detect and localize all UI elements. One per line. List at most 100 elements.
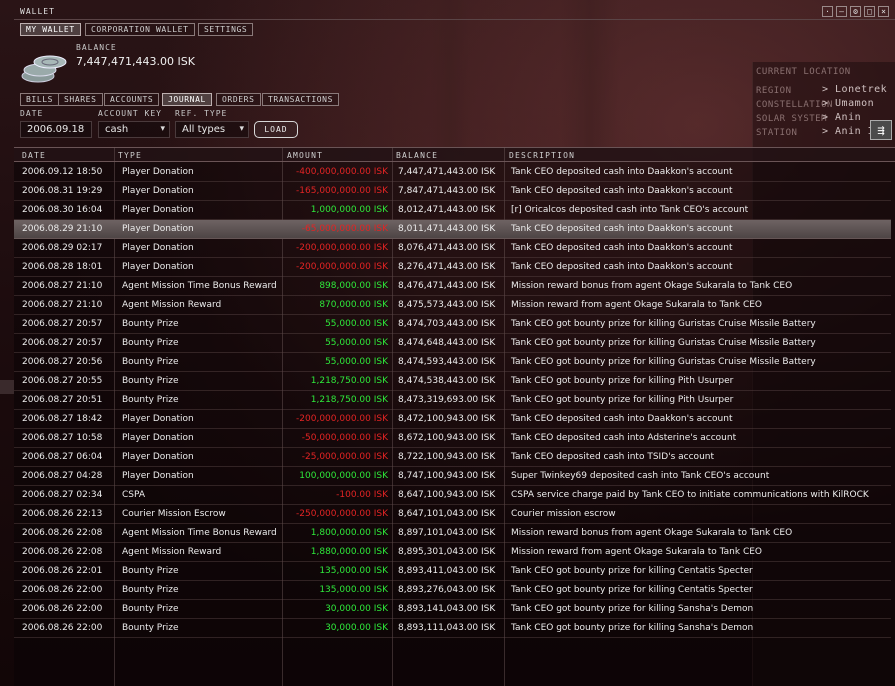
station-label: STATION — [756, 128, 798, 138]
cell-amount: -165,000,000.00 ISK — [296, 186, 388, 196]
cell-balance: 8,647,100,943.00 ISK — [398, 490, 496, 500]
table-row[interactable]: 2006.08.31 19:29 Player Donation -165,000,… — [14, 182, 891, 201]
cell-date: 2006.08.27 10:58 — [22, 433, 103, 443]
cell-balance: 8,474,593,443.00 ISK — [398, 357, 496, 367]
cell-description: Mission reward bonus from agent Okage Su… — [511, 281, 793, 291]
cell-date: 2006.08.27 20:57 — [22, 338, 103, 348]
table-row[interactable]: 2006.08.27 20:56 Bounty Prize 55,000.00 IS… — [14, 353, 891, 372]
settings-icon[interactable]: ⚙ — [850, 6, 861, 17]
table-row[interactable]: 2006.08.29 02:17 Player Donation -200,000,… — [14, 239, 891, 258]
cell-description: Mission reward from agent Okage Sukarala… — [511, 300, 763, 310]
table-row[interactable]: 2006.08.27 20:57 Bounty Prize 55,000.00 IS… — [14, 334, 891, 353]
date-field[interactable]: 2006.09.18 — [20, 121, 92, 138]
table-row[interactable]: 2006.08.28 18:01 Player Donation -200,000,… — [14, 258, 891, 277]
edge-tab[interactable] — [0, 380, 14, 394]
cell-amount: 100,000,000.00 ISK — [299, 471, 388, 481]
cell-balance: 8,895,301,043.00 ISK — [398, 547, 496, 557]
table-row[interactable]: 2006.08.27 20:57 Bounty Prize 55,000.00 IS… — [14, 315, 891, 334]
journal-table: DATE TYPE AMOUNT BALANCE DESCRIPTION 200… — [14, 147, 895, 686]
cell-description: Tank CEO deposited cash into Daakkon's a… — [511, 224, 733, 234]
cell-amount: 30,000.00 ISK — [325, 623, 388, 633]
table-row[interactable]: 2006.08.27 04:28 Player Donation 100,000,0… — [14, 467, 891, 486]
account-key-select[interactable]: cash ▾ — [98, 121, 170, 138]
load-button[interactable]: LOAD — [254, 121, 298, 138]
cell-amount: 1,218,750.00 ISK — [310, 376, 388, 386]
cell-amount: 55,000.00 ISK — [325, 319, 388, 329]
cell-type: Player Donation — [122, 414, 194, 424]
column-header-amount[interactable]: AMOUNT — [287, 151, 323, 160]
cell-type: Bounty Prize — [122, 585, 179, 595]
cell-amount: 135,000.00 ISK — [319, 585, 388, 595]
cell-type: Player Donation — [122, 205, 194, 215]
isk-coins-icon — [21, 55, 67, 83]
table-row[interactable]: 2006.08.26 22:00 Bounty Prize 135,000.00 I… — [14, 581, 891, 600]
cell-description: Tank CEO deposited cash into TSID's acco… — [511, 452, 715, 462]
ref-type-label: REF. TYPE — [175, 109, 228, 118]
cell-date: 2006.08.28 18:01 — [22, 262, 103, 272]
cell-type: Player Donation — [122, 243, 194, 253]
cell-type: Player Donation — [122, 224, 194, 234]
table-row[interactable]: 2006.08.27 06:04 Player Donation -25,000,0… — [14, 448, 891, 467]
column-header-type[interactable]: TYPE — [118, 151, 142, 160]
solar-system-value[interactable]: > Anin — [822, 112, 861, 123]
cell-description: Tank CEO got bounty prize for killing Ce… — [511, 566, 753, 576]
table-row[interactable]: 2006.08.27 21:10 Agent Mission Time Bonus… — [14, 277, 891, 296]
cell-balance: 8,472,100,943.00 ISK — [398, 414, 496, 424]
window-titlebar[interactable]: WALLET · – ⚙ □ × — [14, 4, 895, 20]
account-key-value: cash — [105, 124, 129, 135]
table-row[interactable]: 2006.09.12 18:50 Player Donation -400,000,… — [14, 163, 891, 182]
tab-journal[interactable]: JOURNAL — [162, 93, 212, 106]
cell-amount: -50,000,000.00 ISK — [301, 433, 388, 443]
table-row[interactable]: 2006.08.26 22:08 Agent Mission Time Bonus… — [14, 524, 891, 543]
table-header: DATE TYPE AMOUNT BALANCE DESCRIPTION — [14, 147, 895, 162]
table-row[interactable]: 2006.08.27 20:51 Bounty Prize 1,218,750.00… — [14, 391, 891, 410]
column-header-date[interactable]: DATE — [22, 151, 46, 160]
cell-balance: 7,847,471,443.00 ISK — [398, 186, 496, 196]
column-header-balance[interactable]: BALANCE — [396, 151, 438, 160]
cell-amount: 870,000.00 ISK — [319, 300, 388, 310]
column-header-description[interactable]: DESCRIPTION — [509, 151, 575, 160]
table-row[interactable]: 2006.08.27 10:58 Player Donation -50,000,0… — [14, 429, 891, 448]
tab-corporation-wallet[interactable]: CORPORATION WALLET — [85, 23, 195, 36]
tab-orders[interactable]: ORDERS — [216, 93, 261, 106]
ref-type-value: All types — [182, 124, 226, 135]
cell-description: Tank CEO deposited cash into Daakkon's a… — [511, 414, 733, 424]
cell-amount: 55,000.00 ISK — [325, 357, 388, 367]
location-heading: CURRENT LOCATION — [756, 67, 851, 77]
table-row[interactable]: 2006.08.27 20:55 Bounty Prize 1,218,750.00… — [14, 372, 891, 391]
tab-my-wallet[interactable]: MY WALLET — [20, 23, 81, 36]
close-icon[interactable]: × — [878, 6, 889, 17]
constellation-value[interactable]: > Umamon — [822, 98, 874, 109]
table-row[interactable]: 2006.08.26 22:01 Bounty Prize 135,000.00 I… — [14, 562, 891, 581]
table-row[interactable]: 2006.08.26 22:00 Bounty Prize 30,000.00 IS… — [14, 619, 891, 638]
cell-balance: 8,897,101,043.00 ISK — [398, 528, 496, 538]
cell-type: Bounty Prize — [122, 395, 179, 405]
cell-date: 2006.08.29 02:17 — [22, 243, 103, 253]
table-row[interactable]: 2006.08.30 16:04 Player Donation 1,000,000… — [14, 201, 891, 220]
ref-type-select[interactable]: All types ▾ — [175, 121, 249, 138]
table-row[interactable]: 2006.08.26 22:00 Bounty Prize 30,000.00 IS… — [14, 600, 891, 619]
collapse-icon[interactable]: □ — [864, 6, 875, 17]
pin-icon[interactable]: · — [822, 6, 833, 17]
region-value[interactable]: > Lonetrek — [822, 84, 887, 95]
table-row[interactable]: 2006.08.29 21:10 Player Donation -65,000,0… — [14, 220, 891, 239]
tab-transactions[interactable]: TRANSACTIONS — [262, 93, 339, 106]
cell-balance: 8,893,276,043.00 ISK — [398, 585, 496, 595]
tab-settings[interactable]: SETTINGS — [198, 23, 254, 36]
undock-icon[interactable]: ⇶ — [870, 120, 892, 140]
cell-description: Mission reward from agent Okage Sukarala… — [511, 547, 763, 557]
minimize-icon[interactable]: – — [836, 6, 847, 17]
cell-description: Tank CEO deposited cash into Adsterine's… — [511, 433, 737, 443]
tab-accounts[interactable]: ACCOUNTS — [104, 93, 160, 106]
cell-description: Tank CEO got bounty prize for killing Gu… — [511, 319, 816, 329]
tab-shares[interactable]: SHARES — [58, 93, 103, 106]
table-row[interactable]: 2006.08.26 22:08 Agent Mission Reward 1,88… — [14, 543, 891, 562]
cell-date: 2006.08.26 22:01 — [22, 566, 103, 576]
table-row[interactable]: 2006.08.26 22:13 Courier Mission Escrow -2… — [14, 505, 891, 524]
cell-balance: 8,473,319,693.00 ISK — [398, 395, 496, 405]
tab-bills[interactable]: BILLS — [20, 93, 60, 106]
table-row[interactable]: 2006.08.27 21:10 Agent Mission Reward 870,… — [14, 296, 891, 315]
table-row[interactable]: 2006.08.27 18:42 Player Donation -200,000,… — [14, 410, 891, 429]
scene-pillar — [560, 0, 620, 150]
table-row[interactable]: 2006.08.27 02:34 CSPA -100.00 ISK 8,647,100… — [14, 486, 891, 505]
